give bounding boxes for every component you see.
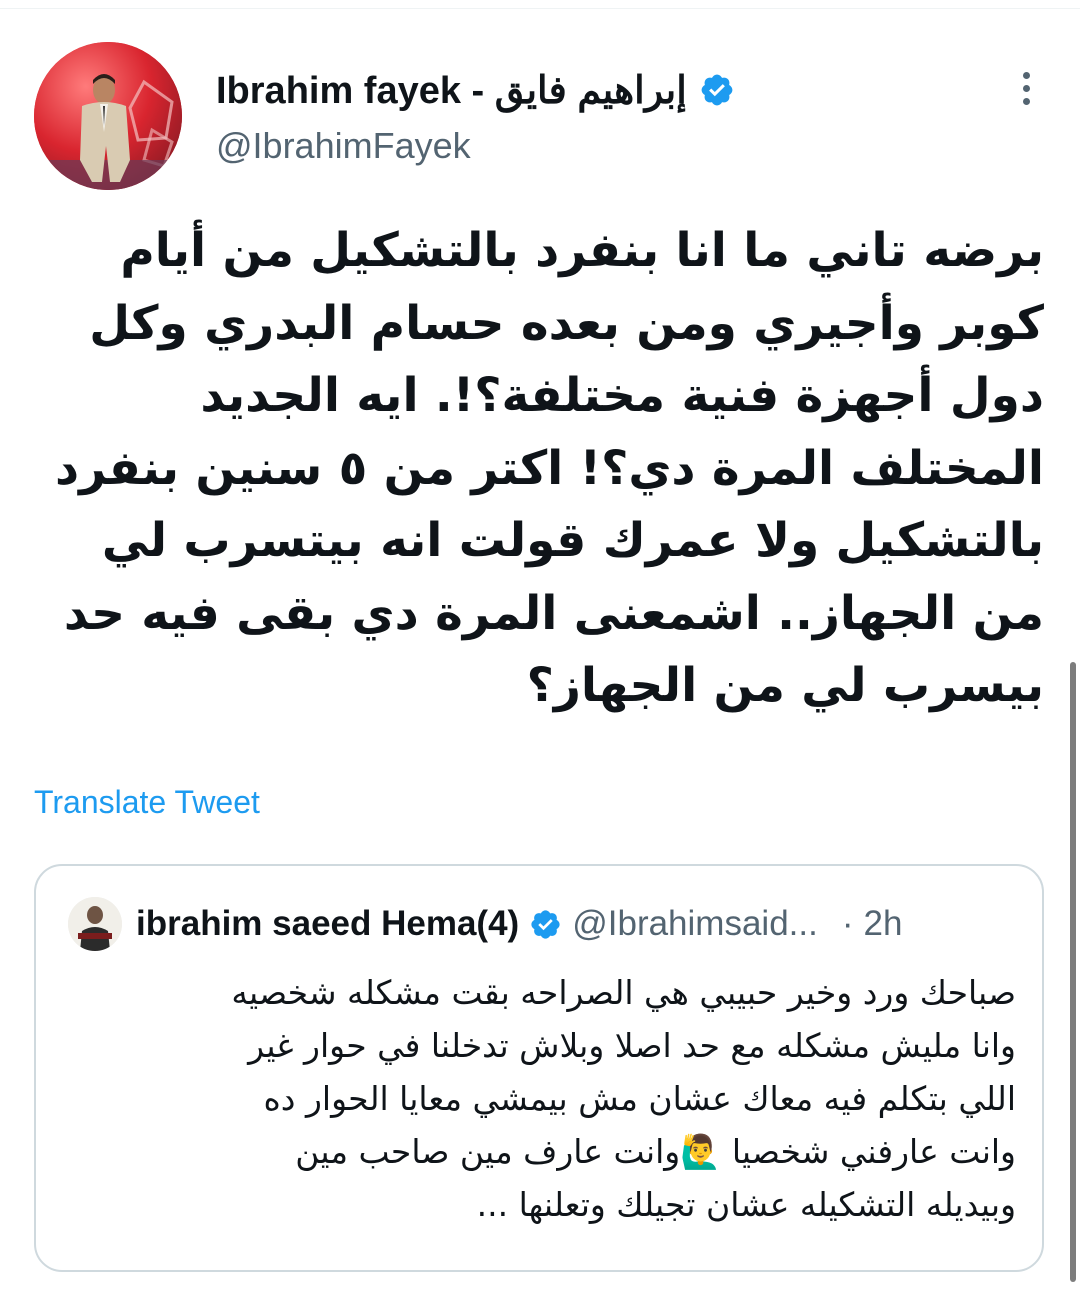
- header-separator: ·: [841, 904, 854, 943]
- author-photo: [34, 42, 182, 190]
- more-options-icon-dot: [1022, 84, 1030, 92]
- quoted-text-line: وانت عارفني شخصيا: [731, 1132, 1016, 1171]
- quoted-tweet-text: صباحك ورد وخير حبيبي هي الصراحه بقت مشكل…: [64, 966, 1016, 1231]
- quoted-author-handle[interactable]: @Ibrahimsaid...: [572, 904, 818, 944]
- quoted-author-photo: [68, 897, 122, 951]
- more-options-icon: [1022, 71, 1030, 79]
- verified-badge-icon: [699, 72, 735, 108]
- top-divider: [0, 8, 1080, 9]
- verified-badge-icon: [529, 908, 562, 941]
- author-avatar[interactable]: [34, 42, 182, 190]
- more-options-icon-dot: [1022, 97, 1030, 105]
- quoted-text-line: وبيديله التشكيله عشان تجيلك وتعلنها ...: [476, 1185, 1016, 1224]
- quoted-text-line: صباحك ورد وخير حبيبي هي الصراحه بقت مشكل…: [231, 973, 1016, 1012]
- person-raising-hand-emoji: 🙋‍♂️: [680, 1132, 722, 1171]
- quoted-text-line: وانا مليش مشكله مع حد اصلا وبلاش تدخلنا …: [248, 1026, 1016, 1065]
- quoted-text-line: وانت عارف مين صاحب مين: [295, 1132, 681, 1171]
- quoted-author-name[interactable]: ibrahim saeed Hema(4): [136, 904, 519, 944]
- tweet-text: برضه تاني ما انا بنفرد بالتشكيل من أيام …: [54, 223, 1044, 713]
- author-name-row[interactable]: Ibrahim fayek - إبراهيم فايق: [216, 66, 735, 114]
- quoted-author-avatar[interactable]: [68, 897, 122, 951]
- quoted-tweet-timestamp[interactable]: 2h: [864, 904, 903, 944]
- page-scrollbar[interactable]: [1070, 662, 1076, 1282]
- author-handle[interactable]: @IbrahimFayek: [216, 125, 471, 167]
- more-options-button[interactable]: [1006, 66, 1046, 110]
- author-name[interactable]: Ibrahim fayek - إبراهيم فايق: [216, 68, 687, 113]
- quoted-text-line: اللي بتكلم فيه معاك عشان مش بيمشي معايا …: [263, 1079, 1016, 1118]
- translate-tweet-link[interactable]: Translate Tweet: [34, 784, 260, 821]
- quoted-tweet-header: ibrahim saeed Hema(4) @Ibrahimsaid... · …: [136, 898, 1026, 950]
- quoted-tweet-card[interactable]: ibrahim saeed Hema(4) @Ibrahimsaid... · …: [34, 864, 1044, 1272]
